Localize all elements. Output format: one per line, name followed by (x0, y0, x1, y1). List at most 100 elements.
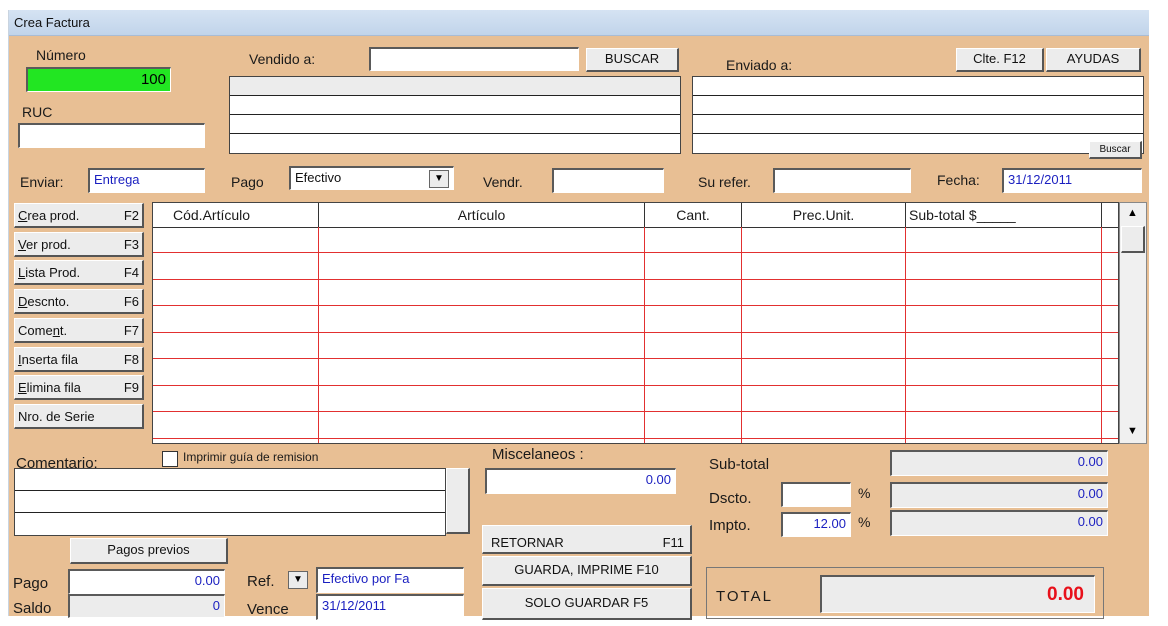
side-button-label: Elimina fila (18, 380, 81, 396)
imprimir-checkbox[interactable] (162, 451, 178, 467)
enviar-label: Enviar: (20, 174, 64, 190)
table-row[interactable] (153, 360, 1118, 386)
vendido-field[interactable] (369, 47, 579, 71)
side-button-label: Inserta fila (18, 351, 78, 367)
buscar-button[interactable]: BUSCAR (586, 48, 679, 72)
scroll-up-arrow-icon[interactable]: ▲ (1127, 207, 1138, 219)
side-button-0[interactable]: Crea prod. F2 (14, 203, 144, 228)
dscto-pct-field[interactable] (781, 482, 851, 507)
comentario-lines[interactable] (14, 468, 446, 536)
table-row[interactable] (153, 307, 1118, 333)
vence-field[interactable]: 31/12/2011 (316, 594, 464, 620)
miscelaneos-label: Miscelaneos : (492, 446, 584, 463)
retornar-button[interactable]: RETORNAR F11 (482, 525, 692, 554)
side-button-key: F7 (123, 322, 139, 338)
col-divider (905, 227, 906, 443)
vendr-label: Vendr. (483, 174, 523, 190)
col-divider (644, 227, 645, 443)
total-label: TOTAL (716, 588, 773, 605)
pago-field[interactable]: 0.00 (68, 569, 225, 594)
vendr-field[interactable] (552, 168, 664, 193)
comentario-side-button[interactable] (446, 468, 470, 534)
side-button-label: Crea prod. (18, 208, 80, 223)
buscar-small-button[interactable]: Buscar (1089, 141, 1142, 159)
dscto-field: 0.00 (890, 482, 1108, 508)
grid-header: Cód.Artículo Artículo Cant. Prec.Unit. S… (153, 203, 1118, 228)
saldo-label: Saldo (13, 600, 52, 617)
side-button-label: Descnto. (18, 294, 70, 310)
side-button-3[interactable]: Descnto. F6 (14, 289, 144, 315)
impto-field: 0.00 (890, 510, 1108, 536)
col-divider (318, 227, 319, 443)
ref-dropdown-icon[interactable]: ▼ (288, 571, 308, 589)
col-divider (741, 227, 742, 443)
imprimir-label: Imprimir guía de remision (183, 450, 319, 464)
side-button-key: F9 (123, 380, 139, 396)
table-row[interactable] (153, 333, 1118, 359)
fecha-label: Fecha: (937, 172, 980, 188)
title-bar: Crea Factura (9, 10, 1149, 36)
chevron-down-icon[interactable]: ▼ (429, 170, 449, 188)
col-header-codigo: Cód.Artículo (153, 203, 319, 227)
enviado-label: Enviado a: (726, 57, 793, 73)
side-button-7[interactable]: Nro. de Serie (14, 403, 144, 429)
col-header-articulo: Artículo (319, 203, 645, 227)
guarda-imprime-button[interactable]: GUARDA, IMPRIME F10 (482, 556, 692, 586)
guarda-label: GUARDA, IMPRIME F10 (514, 562, 659, 577)
side-button-2[interactable]: Lista Prod. F4 (14, 260, 144, 286)
impto-rate-field[interactable]: 12.00 (781, 512, 851, 537)
numero-field[interactable]: 100 (26, 67, 171, 92)
side-button-key: F2 (123, 208, 139, 223)
scroll-down-arrow-icon[interactable]: ▼ (1127, 425, 1138, 437)
total-field: 0.00 (820, 575, 1095, 613)
su-refer-label: Su refer. (698, 174, 751, 190)
side-button-1[interactable]: Ver prod. F3 (14, 231, 144, 257)
col-divider (1101, 227, 1102, 443)
scroll-thumb[interactable] (1121, 226, 1145, 253)
ref-field[interactable]: Efectivo por Fa (316, 567, 464, 593)
impto-pct-sign: % (858, 514, 871, 530)
saldo-field: 0 (68, 594, 225, 618)
clte-f12-button[interactable]: Clte. F12 (956, 48, 1044, 72)
subtotal-field: 0.00 (890, 450, 1108, 476)
table-row[interactable] (153, 227, 1118, 253)
vendido-address-lines[interactable] (229, 76, 681, 154)
col-header-subtotal: Sub-total $_____ (906, 203, 1102, 227)
vendido-label: Vendido a: (249, 51, 316, 67)
pagos-previos-label: Pagos previos (107, 542, 190, 557)
enviar-field[interactable]: Entrega (88, 168, 205, 193)
side-button-key: F4 (123, 265, 139, 281)
col-header-prec-unit: Prec.Unit. (742, 203, 906, 227)
dscto-pct-sign: % (858, 485, 871, 501)
miscelaneos-field[interactable]: 0.00 (485, 468, 676, 494)
solo-label: SOLO GUARDAR F5 (524, 595, 649, 610)
col-header-cant: Cant. (645, 203, 742, 227)
table-row[interactable] (153, 254, 1118, 280)
items-grid[interactable]: Cód.Artículo Artículo Cant. Prec.Unit. S… (152, 202, 1119, 444)
pagos-previos-button[interactable]: Pagos previos (70, 538, 228, 564)
side-button-key: F3 (123, 236, 139, 252)
ayudas-label: AYUDAS (1066, 51, 1120, 66)
side-button-4[interactable]: Coment. F7 (14, 317, 144, 343)
side-button-key: F6 (123, 294, 139, 310)
enviado-address-lines[interactable] (692, 76, 1144, 154)
retornar-key: F11 (662, 535, 684, 550)
grid-scrollbar[interactable]: ▲ ▼ (1119, 202, 1147, 444)
buscar-small-label: Buscar (1099, 144, 1131, 155)
pago-method-label: Pago (231, 174, 264, 190)
table-row[interactable] (153, 413, 1118, 439)
ref-label: Ref. (247, 573, 275, 590)
table-row[interactable] (153, 386, 1118, 412)
ruc-field[interactable] (18, 123, 205, 148)
table-row[interactable] (153, 280, 1118, 306)
ayudas-button[interactable]: AYUDAS (1046, 48, 1141, 72)
numero-label: Número (36, 47, 86, 63)
side-button-5[interactable]: Inserta fila F8 (14, 346, 144, 372)
solo-guardar-button[interactable]: SOLO GUARDAR F5 (482, 588, 692, 620)
subtotal-label: Sub-total (709, 456, 770, 473)
pago-label: Pago (13, 575, 49, 592)
pago-method-value: Efectivo (295, 170, 342, 185)
su-refer-field[interactable] (773, 168, 911, 193)
side-button-6[interactable]: Elimina fila F9 (14, 375, 144, 401)
fecha-field[interactable]: 31/12/2011 (1002, 168, 1142, 193)
